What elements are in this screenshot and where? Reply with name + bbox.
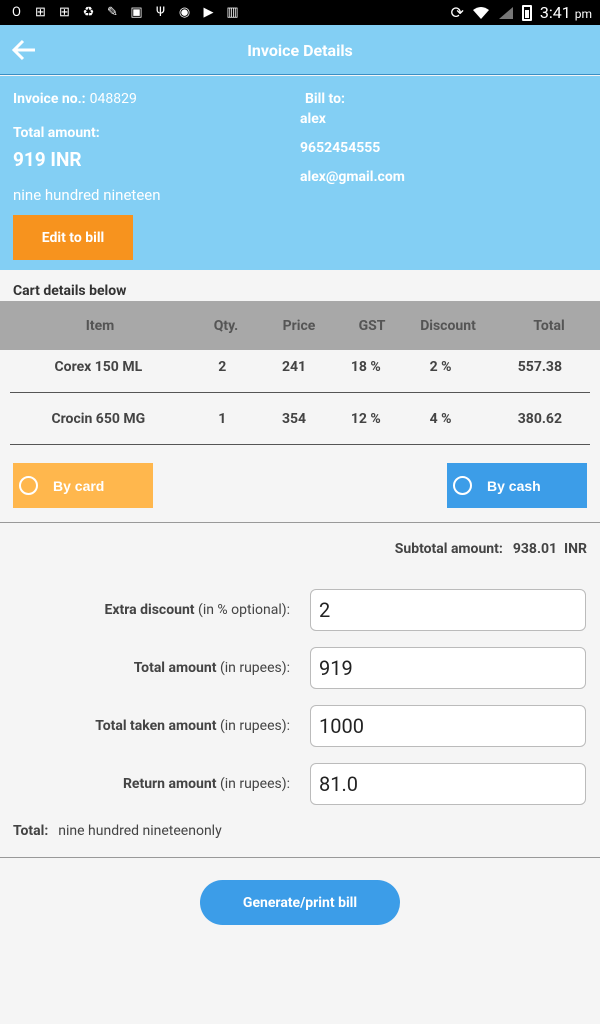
play-icon: ▶ [203,5,214,20]
total-amount-input[interactable] [310,647,586,689]
taken-amount-input[interactable] [310,705,586,747]
item-price: 354 [281,411,307,427]
taken-amount-label: Total taken amount (in rupees): [95,718,290,734]
item-qty: 1 [218,411,227,427]
page-title: Invoice Details [247,41,353,60]
bill-to-label: Bill to: [305,91,345,107]
table-row[interactable]: Corex 150 ML 2 241 18 % 2 % 557.38 [10,342,590,393]
column-header-discount: Discount [420,317,476,334]
vpn-icon: ◉ [178,5,191,20]
pay-by-cash-button[interactable]: By cash [447,463,587,508]
item-gst: 18 % [350,359,381,375]
grid-icon: ⊞ [35,5,46,20]
column-header-total: Total [533,317,565,334]
extra-discount-input[interactable] [310,589,586,631]
return-amount-label: Return amount (in rupees): [122,776,290,792]
o-icon: O [12,5,21,20]
paint-icon: ✎ [107,5,118,20]
radio-unchecked-icon[interactable] [453,476,472,495]
system-status: ⟳ 3:41 pm [451,3,593,22]
item-name: Crocin 650 MG [51,411,146,427]
total-amount-field-label: Total amount (in rupees): [133,660,290,676]
grid-icon: ⊞ [59,5,70,20]
invoice-number: Invoice no.: 048829 [13,91,137,107]
table-row[interactable]: Crocin 650 MG 1 354 12 % 4 % 380.62 [10,394,590,445]
total-in-words: Total: nine hundred nineteenonly [13,823,222,839]
usb-icon: Ψ [156,5,165,20]
item-total: 557.38 [517,359,562,375]
column-header-gst: GST [358,317,386,334]
subtotal: Subtotal amount: 938.01 INR [394,541,587,557]
customer-phone: 9652454555 [300,140,381,156]
recycle-icon: ♻ [82,5,95,20]
barcode-icon: ▥ [226,5,239,20]
wifi-icon [472,6,489,19]
item-name: Corex 150 ML [54,359,143,375]
rotate-icon: ⟳ [450,3,464,22]
signal-icon [498,6,513,19]
item-discount: 4 % [429,411,452,427]
divider [0,522,600,523]
item-qty: 2 [218,359,227,375]
divider [0,857,600,858]
column-header-qty: Qty. [213,317,239,334]
item-gst: 12 % [350,411,381,427]
column-header-item: Item [85,317,115,334]
invoice-summary: Invoice no.: 048829 Total amount: 919 INR… [0,76,600,270]
item-discount: 2 % [429,359,452,375]
notification-icons: O ⊞ ⊞ ♻ ✎ ▣ Ψ ◉ ▶ ▥ [8,4,241,21]
total-amount-value: 919 INR [13,148,82,171]
total-amount-words: nine hundred nineteen [13,186,161,204]
column-header-price: Price [282,317,316,334]
app-bar: Invoice Details [0,25,600,75]
image-icon: ▣ [130,5,143,20]
edit-bill-button[interactable]: Edit to bill [13,215,133,260]
battery-icon [521,4,532,21]
item-price: 241 [281,359,307,375]
cart-title: Cart details below [13,283,127,299]
pay-by-card-button[interactable]: By card [13,463,153,508]
radio-unchecked-icon[interactable] [19,476,38,495]
extra-discount-label: Extra discount (in % optional): [104,602,290,618]
return-amount-input[interactable] [310,763,586,805]
customer-name: alex [300,111,326,127]
clock: 3:41 pm [539,3,592,22]
status-bar: O ⊞ ⊞ ♻ ✎ ▣ Ψ ◉ ▶ ▥ ⟳ 3:41 pm [0,0,600,25]
generate-print-bill-button[interactable]: Generate/print bill [200,880,400,925]
customer-email: alex@gmail.com [300,169,405,185]
item-total: 380.62 [517,411,562,427]
total-amount-label: Total amount: [13,125,100,141]
